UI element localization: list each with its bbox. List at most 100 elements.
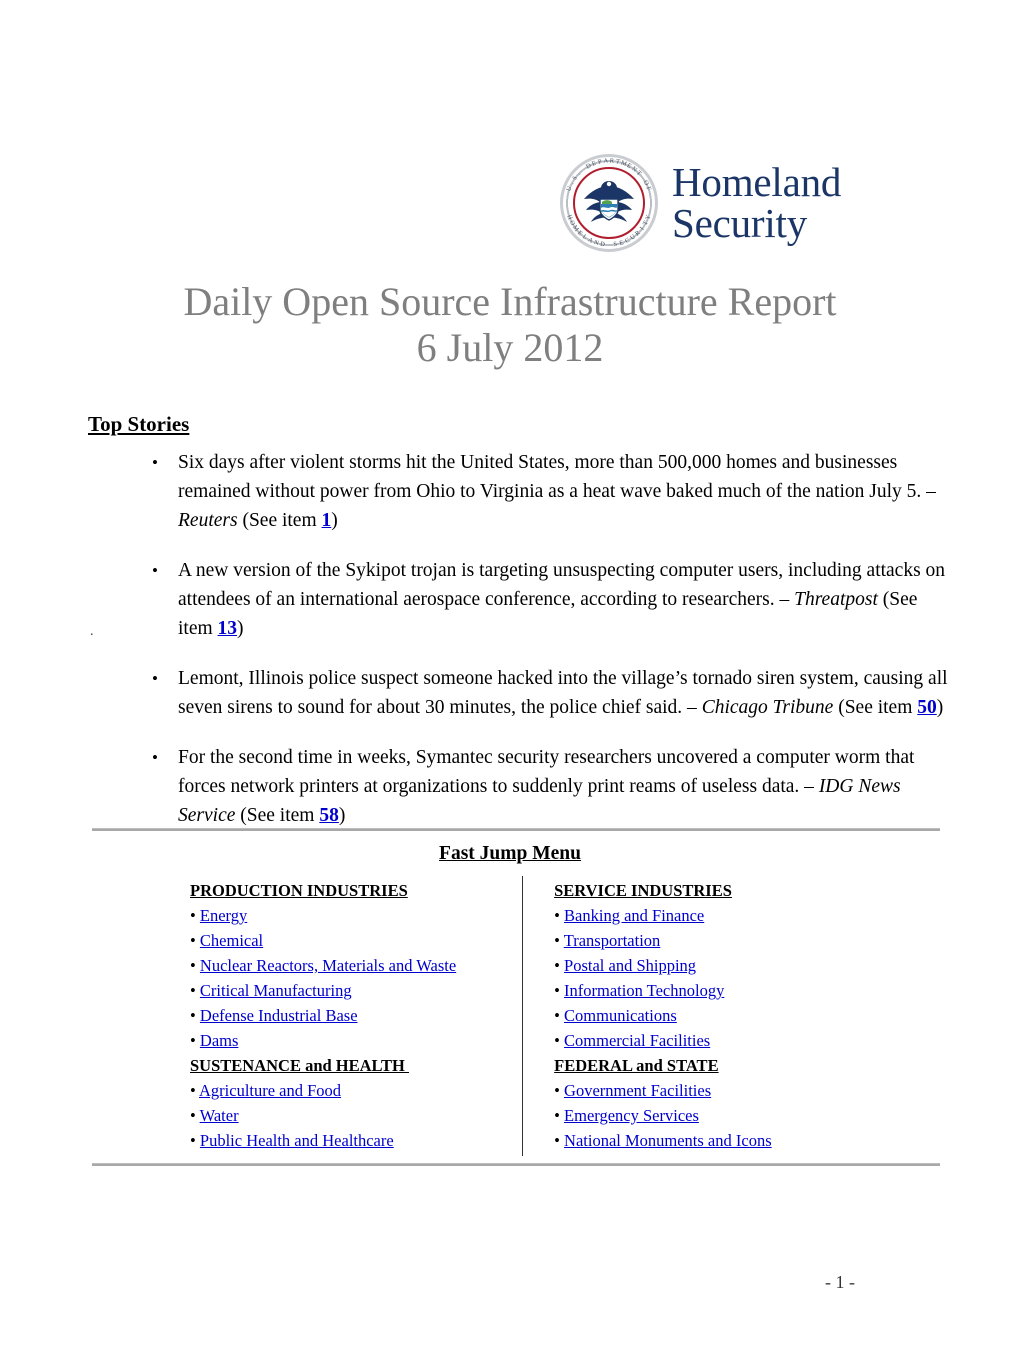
bullet-icon: • <box>152 453 158 472</box>
bullet-icon: • <box>190 956 200 975</box>
bullet-icon: • <box>554 1031 565 1050</box>
fast-jump-link-row: • Critical Manufacturing <box>190 978 509 1003</box>
bullet-icon: • <box>554 1006 565 1025</box>
fast-jump-link-row: • Government Facilities <box>554 1078 830 1103</box>
bullet-icon: • <box>190 1081 199 1100</box>
bullet-icon: • <box>554 906 565 925</box>
see-item-prefix: (See item <box>237 510 322 531</box>
bullet-icon: • <box>554 1081 565 1100</box>
fast-jump-link-row: • Communications <box>554 1003 830 1028</box>
page-number: - 1 - <box>825 1272 855 1292</box>
bullet-icon: • <box>152 748 158 767</box>
fast-jump-link[interactable]: Critical Manufacturing <box>200 981 352 1000</box>
fast-jump-link-row: • National Monuments and Icons <box>554 1128 830 1153</box>
bullet-icon: • <box>554 981 565 1000</box>
fast-jump-link[interactable]: Communications <box>564 1006 677 1025</box>
fast-jump-group-title: SUSTENANCE and HEALTH <box>190 1056 410 1075</box>
divider-below-fast-jump-menu <box>92 1163 940 1166</box>
see-item-prefix: (See item <box>833 697 918 718</box>
top-stories-heading: Top Stories <box>88 412 190 436</box>
divider-above-fast-jump-menu <box>92 828 940 831</box>
bullet-icon: • <box>554 1106 565 1125</box>
fast-jump-menu: PRODUCTION INDUSTRIES • Energy • Chemical… <box>190 878 830 1153</box>
bullet-icon: • <box>190 1106 200 1125</box>
see-item-prefix: (See item <box>235 805 320 826</box>
see-item-suffix: ) <box>331 510 338 531</box>
fast-jump-menu-left-column: PRODUCTION INDUSTRIES • Energy • Chemical… <box>190 878 509 1153</box>
fast-jump-link[interactable]: Energy <box>200 906 247 925</box>
fast-jump-link[interactable]: Agriculture and Food <box>199 1081 341 1100</box>
bullet-icon: • <box>190 1031 200 1050</box>
fast-jump-link-row: • Dams <box>190 1028 509 1053</box>
fast-jump-link[interactable]: Dams <box>200 1031 239 1050</box>
see-item-suffix: ) <box>338 805 346 826</box>
fast-jump-link[interactable]: National Monuments and Icons <box>564 1131 772 1150</box>
fast-jump-group-title: FEDERAL and STATE <box>554 1056 719 1075</box>
top-story-item: • For the second time in weeks, Symantec … <box>130 743 950 830</box>
fast-jump-link[interactable]: Nuclear Reactors, Materials and Waste <box>200 956 456 975</box>
fast-jump-link[interactable]: Government Facilities <box>564 1081 711 1100</box>
fast-jump-group-title: PRODUCTION INDUSTRIES <box>190 881 408 900</box>
see-item-suffix: ) <box>936 697 944 718</box>
fast-jump-link[interactable]: Banking and Finance <box>564 906 704 925</box>
fast-jump-link-row: • Water <box>190 1103 509 1128</box>
fast-jump-menu-heading: Fast Jump Menu <box>439 843 581 864</box>
fast-jump-group-title: SERVICE INDUSTRIES <box>554 881 732 900</box>
fast-jump-link-row: • Banking and Finance <box>554 903 830 928</box>
top-story-item: • Lemont, Illinois police suspect someone… <box>130 664 950 722</box>
page-title: Daily Open Source Infrastructure Report … <box>60 279 960 371</box>
fast-jump-link-row: • Postal and Shipping <box>554 953 830 978</box>
bullet-icon: • <box>554 956 565 975</box>
top-story-source: Threatpost <box>794 589 878 610</box>
fast-jump-link-row: • Public Health and Healthcare <box>190 1128 509 1153</box>
bullet-icon: • <box>152 669 158 688</box>
see-item-link[interactable]: 13 <box>218 618 238 639</box>
dhs-logo-block: U.S. DEPARTMENT OFHOMELAND SECURITY Home… <box>560 145 940 260</box>
bullet-icon: • <box>554 931 564 950</box>
page-title-date: 6 July 2012 <box>416 325 604 370</box>
wordmark-line-1: Homeland <box>672 159 842 206</box>
fast-jump-menu-right-column: SERVICE INDUSTRIES • Banking and Finance … <box>509 878 830 1153</box>
bullet-icon: • <box>152 561 158 580</box>
fast-jump-link[interactable]: Water <box>200 1106 239 1125</box>
wordmark-line-2: Security <box>672 199 808 246</box>
top-story-text: Six days after violent storms hit the Un… <box>178 452 936 502</box>
fast-jump-link-row: • Nuclear Reactors, Materials and Waste <box>190 953 509 978</box>
see-item-link[interactable]: 1 <box>322 510 332 531</box>
see-item-link[interactable]: 50 <box>917 697 937 718</box>
top-stories-list: • Six days after violent storms hit the U… <box>130 448 950 851</box>
fast-jump-link[interactable]: Emergency Services <box>564 1106 699 1125</box>
fast-jump-link-row: • Information Technology <box>554 978 830 1003</box>
bullet-icon: • <box>190 931 200 950</box>
stray-mark: . <box>90 624 94 639</box>
fast-jump-link[interactable]: Public Health and Healthcare <box>200 1131 394 1150</box>
top-story-source: Chicago Tribune <box>701 697 834 718</box>
fast-jump-link[interactable]: Commercial Facilities <box>564 1031 710 1050</box>
fast-jump-link-row: • Emergency Services <box>554 1103 830 1128</box>
top-story-text: For the second time in weeks, Symantec s… <box>178 747 915 797</box>
top-story-item: • Six days after violent storms hit the U… <box>130 448 950 535</box>
fast-jump-link[interactable]: Transportation <box>564 931 661 950</box>
homeland-security-wordmark: Homeland Security <box>672 159 842 246</box>
page-title-line-1: Daily Open Source Infrastructure Report <box>183 279 837 324</box>
bullet-icon: • <box>190 906 200 925</box>
fast-jump-link[interactable]: Information Technology <box>564 981 724 1000</box>
fast-jump-link-row: • Defense Industrial Base <box>190 1003 509 1028</box>
top-story-item: • A new version of the Sykipot trojan is … <box>130 556 950 643</box>
fast-jump-link-row: • Energy <box>190 903 509 928</box>
top-story-source: Reuters <box>178 510 238 531</box>
fast-jump-link-row: • Agriculture and Food <box>190 1078 509 1103</box>
bullet-icon: • <box>554 1131 565 1150</box>
dhs-seal-icon: U.S. DEPARTMENT OFHOMELAND SECURITY <box>560 153 658 252</box>
fast-jump-link-row: • Chemical <box>190 928 509 953</box>
fast-jump-link[interactable]: Postal and Shipping <box>564 956 696 975</box>
fast-jump-link-row: • Commercial Facilities <box>554 1028 830 1053</box>
fast-jump-link[interactable]: Defense Industrial Base <box>200 1006 358 1025</box>
bullet-icon: • <box>190 1006 200 1025</box>
fast-jump-link-row: • Transportation <box>554 928 830 953</box>
fast-jump-link[interactable]: Chemical <box>200 931 263 950</box>
see-item-suffix: ) <box>237 618 244 639</box>
see-item-link[interactable]: 58 <box>319 805 339 826</box>
bullet-icon: • <box>190 981 200 1000</box>
seal-eagle-emblem <box>578 171 640 234</box>
